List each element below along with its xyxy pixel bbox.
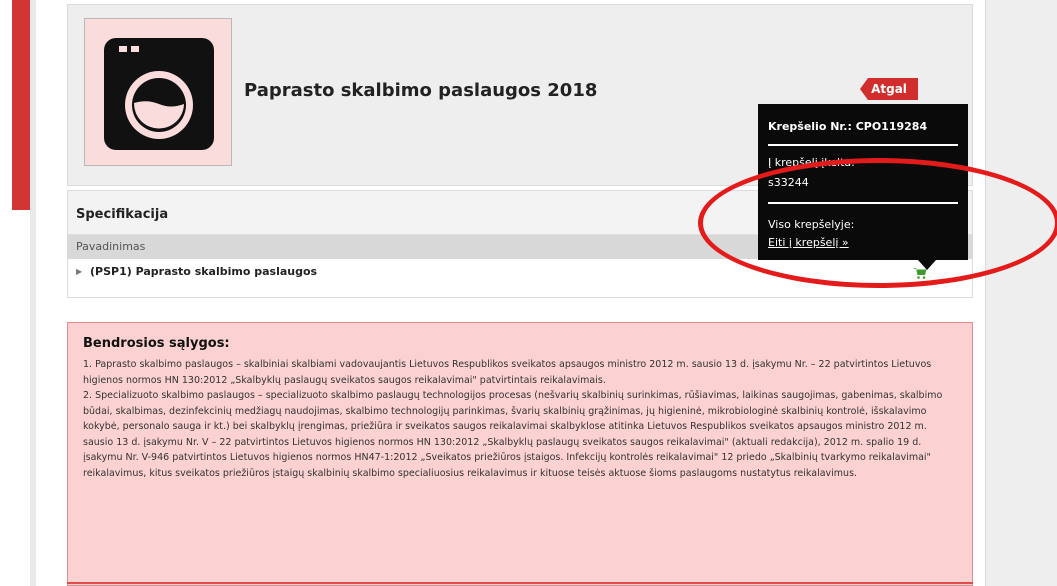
product-image (84, 18, 232, 166)
left-gutter (30, 0, 36, 586)
conditions-paragraph: 1. Paprasto skalbimo paslaugos – skalbin… (83, 359, 932, 386)
cart-number: Krepšelio Nr.: CPO119284 (768, 120, 928, 133)
left-accent-bar (12, 0, 30, 210)
column-header-name: Pavadinimas (76, 240, 146, 253)
annotation-ellipse (698, 158, 1057, 288)
product-title: Paprasto skalbimo paslaugos 2018 (244, 80, 598, 101)
row-label[interactable]: (PSP1) Paprasto skalbimo paslaugos (90, 265, 317, 278)
bottom-divider (67, 582, 973, 584)
washing-machine-icon (104, 38, 214, 150)
back-button[interactable]: Atgal (860, 78, 918, 100)
conditions-text: 1. Paprasto skalbimo paslaugos – skalbin… (83, 357, 953, 481)
conditions-title: Bendrosios sąlygos: (83, 336, 230, 351)
conditions-box: Bendrosios sąlygos: 1. Paprasto skalbimo… (67, 322, 973, 586)
conditions-paragraph: 2. Specializuoto skalbimo paslaugos – sp… (83, 390, 943, 479)
popup-divider (768, 144, 958, 146)
right-side-panel (985, 0, 1057, 586)
expand-arrow-icon[interactable]: ▶ (76, 267, 82, 276)
specification-title: Specifikacija (76, 207, 169, 222)
